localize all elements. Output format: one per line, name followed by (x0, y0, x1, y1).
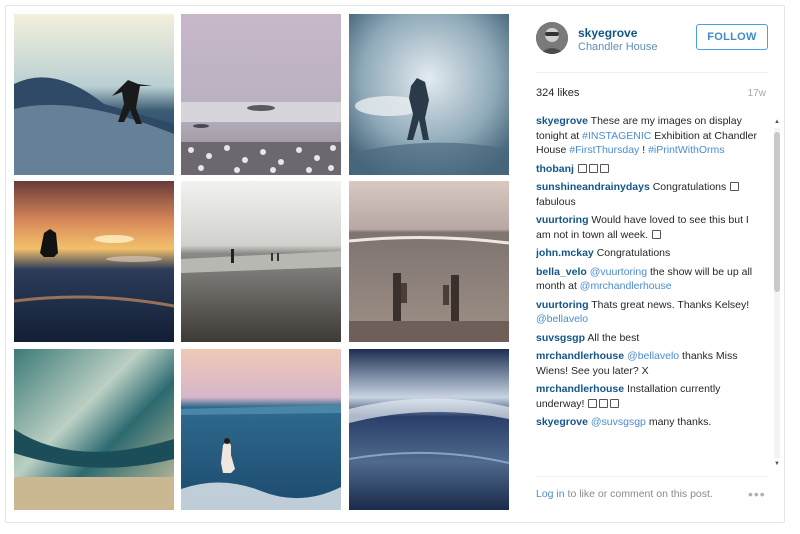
comment: mrchandlerhouse Installation currently u… (536, 382, 758, 411)
login-link[interactable]: Log in (536, 488, 565, 500)
comment: sunshineandrainydays Congratulations fab… (536, 180, 758, 209)
emoji-icon (651, 229, 661, 239)
mention-link[interactable]: @mrchandlerhouse (580, 280, 672, 292)
photo-dark-blue-sea[interactable] (349, 349, 509, 510)
comment: skyegrove @suvsgsgp many thanks. (536, 415, 758, 430)
login-prompt-text: to like or comment on this post. (564, 488, 713, 500)
comment-text: ! (639, 144, 649, 156)
photo-surfer-in-spray[interactable] (349, 14, 509, 175)
post-age: 17w (747, 88, 766, 99)
comment-text: Congratulations (649, 181, 730, 193)
photo-sunset-paddler[interactable] (14, 181, 174, 342)
scroll-up-arrow-icon[interactable]: ▲ (773, 118, 781, 126)
likes-count: 324 likes (536, 87, 580, 99)
comment-scrollbar[interactable]: ▲ ▼ (773, 118, 781, 468)
hashtag-link[interactable]: #FirstThursday (569, 144, 639, 156)
comment-username[interactable]: sunshineandrainydays (536, 181, 650, 193)
comment-username[interactable]: thobanj (536, 163, 574, 175)
comment: skyegrove These are my images on display… (536, 114, 758, 158)
comment: bella_velo @vuurtoring the show will be … (536, 265, 758, 294)
mention-link[interactable]: @vuurtoring (590, 266, 647, 278)
comment-list: skyegrove These are my images on display… (536, 114, 758, 464)
comment-text: Thats great news. Thanks Kelsey! (588, 298, 750, 311)
comment: john.mckay Congratulations (536, 246, 758, 261)
photo-pebble-beach[interactable] (181, 14, 341, 175)
photo-surfer-on-wave[interactable] (14, 14, 174, 175)
ellipsis-icon[interactable]: ••• (748, 486, 766, 502)
comment-username[interactable]: mrchandlerhouse (536, 350, 624, 362)
photo-beach-walkers[interactable] (181, 181, 341, 342)
mention-link[interactable]: @bellavelo (627, 350, 679, 362)
comment-username[interactable]: skyegrove (536, 416, 588, 428)
mention-link[interactable]: @bellavelo (536, 313, 588, 325)
follow-button[interactable]: FOLLOW (696, 24, 768, 50)
scroll-down-arrow-icon[interactable]: ▼ (773, 460, 781, 468)
post-details-panel: skyegrove Chandler House FOLLOW 324 like… (524, 14, 781, 514)
comment-text: many thanks. (645, 416, 712, 428)
login-prompt: Log in to like or comment on this post. (536, 488, 713, 500)
emoji-icon (599, 163, 609, 173)
comment: thobanj (536, 162, 758, 177)
comment-username[interactable]: john.mckay (536, 247, 594, 259)
scroll-thumb[interactable] (774, 132, 780, 292)
comment-username[interactable]: suvsgsgp (536, 332, 585, 344)
comment-text (574, 163, 577, 175)
post-author-username[interactable]: skyegrove (578, 26, 637, 40)
comment-username[interactable]: vuurtoring (536, 299, 589, 311)
emoji-icon (588, 163, 598, 173)
comment-username[interactable]: vuurtoring (536, 214, 589, 226)
comment: vuurtoring Thats great news. Thanks Kels… (536, 298, 758, 327)
hashtag-link[interactable]: #iPrintWithOrms (648, 144, 724, 156)
comment: mrchandlerhouse @bellavelo thanks Miss W… (536, 349, 758, 378)
emoji-icon (599, 398, 609, 408)
comment-text: Congratulations (593, 247, 671, 259)
emoji-icon (610, 398, 620, 408)
hashtag-link[interactable]: #INSTAGENIC (582, 130, 651, 142)
divider (536, 72, 768, 73)
photo-girl-in-waves[interactable] (181, 349, 341, 510)
comment-username[interactable]: mrchandlerhouse (536, 383, 624, 395)
comment-text: All the best (585, 331, 640, 344)
post-location[interactable]: Chandler House (578, 41, 658, 53)
emoji-icon (588, 398, 598, 408)
emoji-icon (577, 163, 587, 173)
photo-beach-posts[interactable] (349, 181, 509, 342)
divider (536, 476, 768, 477)
comment: vuurtoring Would have loved to see this … (536, 213, 758, 242)
comment-username[interactable]: bella_velo (536, 266, 587, 278)
comment-text: fabulous (536, 195, 576, 208)
comment-username[interactable]: skyegrove (536, 115, 588, 127)
emoji-icon (730, 182, 740, 191)
avatar[interactable] (536, 22, 568, 54)
mention-link[interactable]: @suvsgsgp (591, 416, 646, 428)
photo-teal-sky-sea[interactable] (14, 349, 174, 510)
comment: suvsgsgp All the best (536, 331, 758, 346)
